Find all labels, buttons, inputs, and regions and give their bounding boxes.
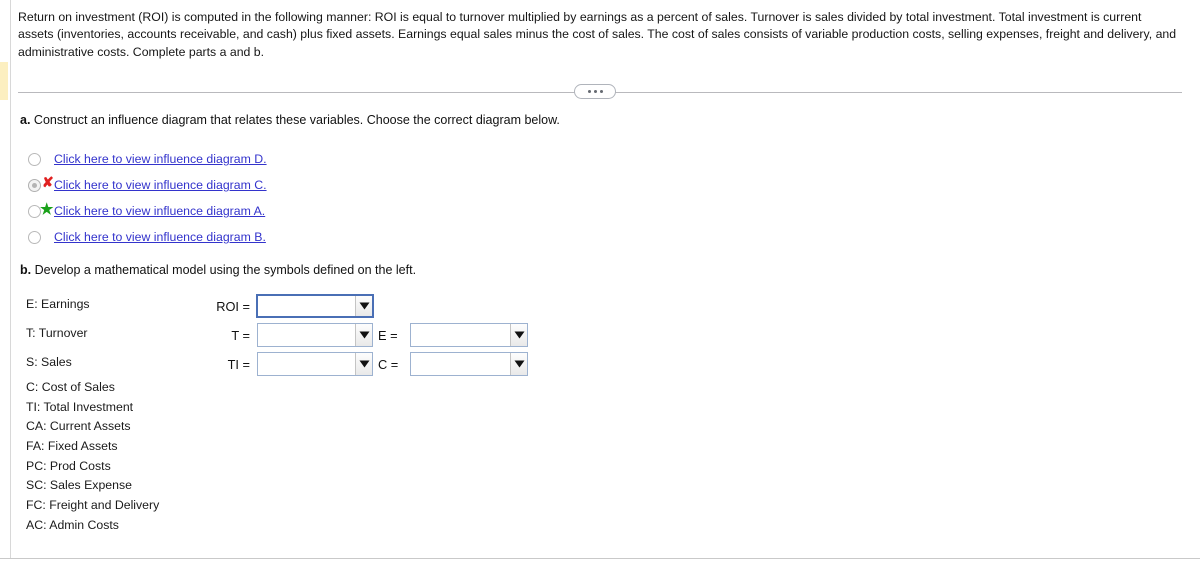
legend-item: C: Cost of Sales — [26, 380, 115, 394]
equation-label-t: T = — [231, 328, 250, 343]
part-a-choice-list: Click here to view influence diagram D. … — [20, 146, 580, 250]
choice-row[interactable]: Click here to view influence diagram D. — [20, 146, 580, 172]
equation-label-e: E = — [378, 328, 398, 343]
dropdown-c[interactable] — [410, 352, 528, 376]
part-b-question-text: Develop a mathematical model using the s… — [34, 263, 417, 277]
part-a-prompt: a. Construct an influence diagram that r… — [20, 112, 560, 128]
chevron-down-icon[interactable] — [510, 324, 527, 346]
dropdown-roi[interactable] — [256, 294, 374, 318]
left-margin-rule — [10, 0, 11, 558]
link-view-influence-diagram-c[interactable]: Click here to view influence diagram C. — [54, 178, 267, 192]
incorrect-x-icon: ✘ — [42, 173, 54, 190]
legend-item: PC: Prod Costs — [26, 459, 111, 473]
legend-item: FC: Freight and Delivery — [26, 498, 160, 512]
ellipsis-dot — [599, 90, 603, 93]
dropdown-c-value — [411, 353, 510, 375]
part-b-prompt: b. Develop a mathematical model using th… — [20, 262, 416, 278]
part-b-label: b. — [20, 263, 32, 277]
equation-label-ti: TI = — [227, 357, 250, 372]
part-a-question-text: Construct an influence diagram that rela… — [33, 113, 560, 127]
radio-button-diagram-c[interactable]: ✘ — [28, 175, 54, 192]
legend-item: AC: Admin Costs — [26, 518, 119, 532]
dropdown-e[interactable] — [410, 323, 528, 347]
equation-label-roi: ROI = — [216, 299, 250, 314]
question-intro-text: Return on investment (ROI) is computed i… — [18, 10, 1177, 59]
chevron-down-icon[interactable] — [355, 296, 372, 316]
highlight-marker — [0, 62, 8, 100]
choice-row[interactable]: Click here to view influence diagram B. — [20, 224, 580, 250]
part-a-label: a. — [20, 113, 31, 127]
dropdown-t[interactable] — [257, 323, 373, 347]
link-view-influence-diagram-d[interactable]: Click here to view influence diagram D. — [54, 152, 267, 166]
correct-star-icon: ★ — [40, 200, 54, 218]
link-view-influence-diagram-b[interactable]: Click here to view influence diagram B. — [54, 230, 266, 244]
choice-row[interactable]: ★ Click here to view influence diagram A… — [20, 198, 580, 224]
equation-label-c: C = — [378, 357, 399, 372]
legend-item: SC: Sales Expense — [26, 478, 132, 492]
equation-row-ti: TI = C = — [0, 352, 700, 378]
section-divider — [18, 84, 1182, 102]
dropdown-t-value — [258, 324, 355, 346]
chevron-down-icon[interactable] — [355, 353, 372, 375]
equation-row-roi: ROI = — [0, 294, 600, 320]
dropdown-e-value — [411, 324, 510, 346]
legend-item: TI: Total Investment — [26, 400, 134, 414]
ellipsis-dot — [587, 90, 591, 93]
ellipsis-dot — [593, 90, 597, 93]
chevron-down-icon[interactable] — [510, 353, 527, 375]
legend-item: FA: Fixed Assets — [26, 439, 118, 453]
more-options-ellipsis-button[interactable] — [574, 84, 616, 99]
legend-item: CA: Current Assets — [26, 419, 131, 433]
dropdown-ti-value — [258, 353, 355, 375]
link-view-influence-diagram-a[interactable]: Click here to view influence diagram A. — [54, 204, 265, 218]
chevron-down-icon[interactable] — [355, 324, 372, 346]
choice-row[interactable]: ✘ Click here to view influence diagram C… — [20, 172, 580, 198]
dropdown-ti[interactable] — [257, 352, 373, 376]
equation-row-t: T = E = — [0, 323, 700, 349]
radio-button-diagram-b[interactable] — [28, 230, 41, 244]
dropdown-roi-value — [258, 296, 355, 316]
radio-button-diagram-a[interactable]: ★ — [28, 202, 53, 218]
bottom-divider — [0, 558, 1200, 559]
radio-button-diagram-d[interactable] — [28, 152, 41, 166]
